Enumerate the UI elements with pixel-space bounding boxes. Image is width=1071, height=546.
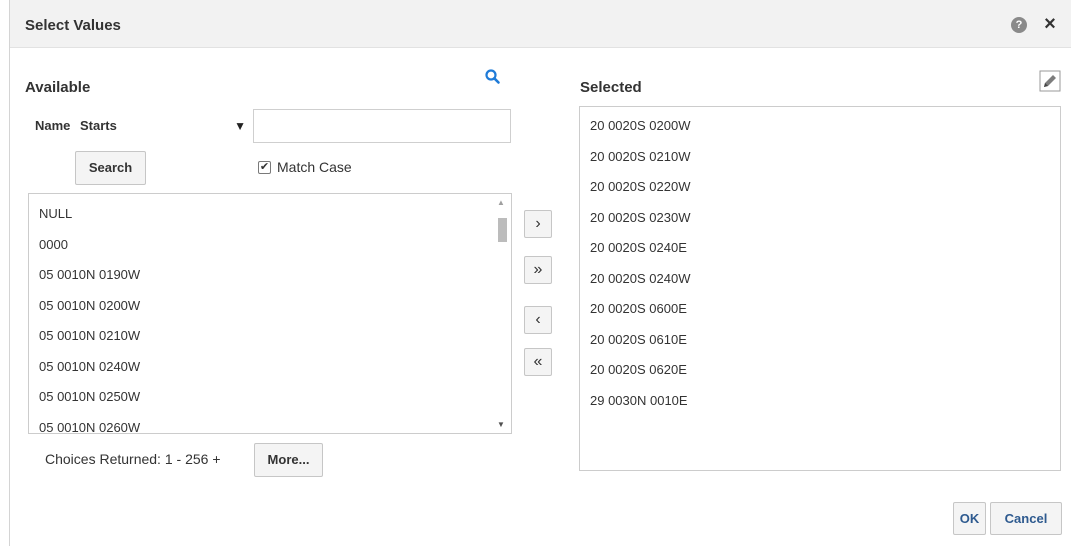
available-items: NULL 0000 05 0010N 0190W 05 0010N 0200W … [29,199,494,434]
ok-button[interactable]: OK [953,502,986,535]
search-icon[interactable] [484,68,502,86]
close-icon[interactable]: × [1040,12,1060,36]
selected-item[interactable]: 20 0020S 0200W [580,111,1060,142]
more-button[interactable]: More... [254,443,323,477]
selected-values-list[interactable]: 20 0020S 0200W 20 0020S 0210W 20 0020S 0… [579,106,1061,471]
available-label: Available [25,79,91,96]
available-item[interactable]: NULL [29,199,494,230]
operator-select[interactable]: Starts ▼ [76,111,252,141]
available-item[interactable]: 05 0010N 0250W [29,382,494,413]
selected-item[interactable]: 20 0020S 0210W [580,142,1060,173]
selected-item[interactable]: 20 0020S 0620E [580,355,1060,386]
scroll-thumb[interactable] [498,218,507,242]
name-label: Name [35,118,71,133]
name-search-input[interactable] [253,109,511,143]
choices-returned-text: Choices Returned: 1 - 256 + [45,451,221,467]
selected-item[interactable]: 29 0030N 0010E [580,386,1060,417]
available-scrollbar[interactable]: ▲ ▼ [494,194,511,433]
match-case-checkbox[interactable]: ✔ [258,161,271,174]
operator-value: Starts [80,118,117,133]
available-item[interactable]: 05 0010N 0200W [29,291,494,322]
select-values-dialog: Select Values ? × Available Name Starts … [9,0,1071,546]
available-item[interactable]: 05 0010N 0240W [29,352,494,383]
scroll-up-icon[interactable]: ▲ [497,198,505,207]
selected-item[interactable]: 20 0020S 0240E [580,233,1060,264]
available-item[interactable]: 05 0010N 0210W [29,321,494,352]
cancel-button[interactable]: Cancel [990,502,1062,535]
selected-item[interactable]: 20 0020S 0600E [580,294,1060,325]
selected-item[interactable]: 20 0020S 0610E [580,325,1060,356]
dialog-title: Select Values [25,17,121,34]
move-all-left-button[interactable]: « [524,348,552,376]
available-values-list[interactable]: NULL 0000 05 0010N 0190W 05 0010N 0200W … [28,193,512,434]
match-case-label: Match Case [277,159,352,175]
selected-items: 20 0020S 0200W 20 0020S 0210W 20 0020S 0… [580,111,1060,416]
dropdown-arrow-icon: ▼ [234,119,246,133]
selected-label: Selected [580,79,642,96]
help-icon[interactable]: ? [1011,17,1027,33]
selected-item[interactable]: 20 0020S 0240W [580,264,1060,295]
selected-item[interactable]: 20 0020S 0220W [580,172,1060,203]
available-item[interactable]: 05 0010N 0260W [29,413,494,434]
move-left-button[interactable]: ‹ [524,306,552,334]
available-item[interactable]: 05 0010N 0190W [29,260,494,291]
dialog-header: Select Values ? × [10,0,1071,48]
scroll-down-icon[interactable]: ▼ [497,420,505,429]
selected-item[interactable]: 20 0020S 0230W [580,203,1060,234]
search-button[interactable]: Search [75,151,146,185]
available-item[interactable]: 0000 [29,230,494,261]
pencil-icon[interactable] [1039,70,1061,92]
move-all-right-button[interactable]: » [524,256,552,284]
move-right-button[interactable]: › [524,210,552,238]
